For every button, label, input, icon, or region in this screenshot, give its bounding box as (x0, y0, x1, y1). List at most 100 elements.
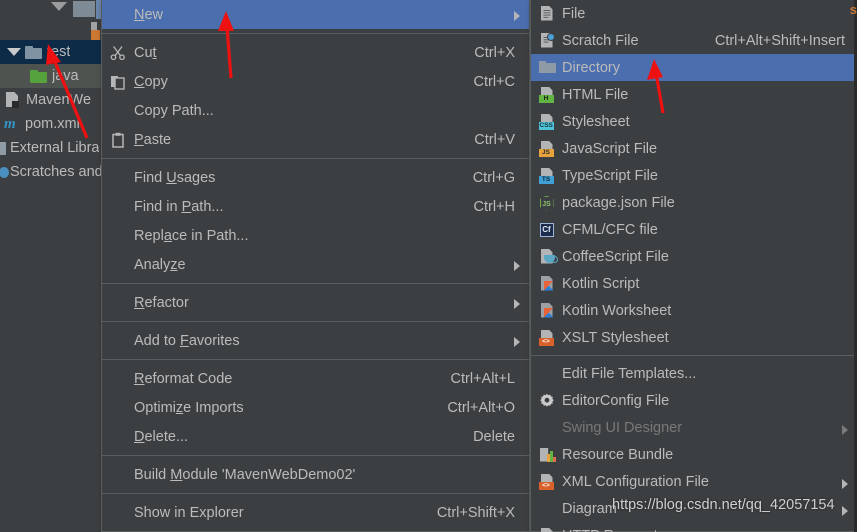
menu-item-label: XSLT Stylesheet (562, 329, 669, 346)
menu-item-icon-slot (531, 243, 562, 270)
project-tool-window[interactable]: test java MavenWe m pom.xml External Libra Scr… (0, 0, 101, 532)
clipboard-icon (110, 132, 126, 148)
submenu-item-file[interactable]: File (531, 0, 857, 27)
chevron-down-icon[interactable] (51, 2, 67, 11)
chevron-right-icon (514, 11, 520, 21)
menu-item-label: Show in Explorer (134, 504, 244, 521)
menu-item-label: Build Module 'MavenWebDemo02' (134, 466, 356, 483)
menu-item-paste[interactable]: Paste Ctrl+V (102, 125, 529, 154)
menu-item-label: Optimize Imports (134, 399, 244, 416)
menu-item-shortcut: Ctrl+H (473, 198, 516, 215)
menu-item-shortcut: Ctrl+Alt+Shift+Insert (714, 32, 845, 49)
menu-separator (102, 321, 529, 322)
menu-item-shortcut: Ctrl+Shift+X (436, 504, 515, 521)
submenu-item-scratch-file[interactable]: Scratch File Ctrl+Alt+Shift+Insert (531, 27, 857, 54)
menu-item-optimize-imports[interactable]: Optimize Imports Ctrl+Alt+O (102, 393, 529, 422)
tree-node-pom-xml[interactable]: m pom.xml (0, 112, 101, 136)
chevron-right-icon (514, 261, 520, 271)
chevron-right-icon (514, 337, 520, 347)
menu-item-icon-slot: H (531, 81, 562, 108)
tree-node-label: External Libra (10, 140, 100, 156)
submenu-item-directory[interactable]: Directory (531, 54, 857, 81)
menu-separator (102, 493, 529, 494)
submenu-item-resource-bundle[interactable]: Resource Bundle (531, 441, 857, 468)
folder-icon (538, 60, 556, 76)
menu-item-show-in-explorer[interactable]: Show in Explorer Ctrl+Shift+X (102, 498, 529, 527)
submenu-item-stylesheet[interactable]: CSS Stylesheet (531, 108, 857, 135)
menu-item-icon-slot: JS (531, 189, 562, 216)
submenu-item-typescript-file[interactable]: TS TypeScript File (531, 162, 857, 189)
menu-item-copy-path[interactable]: Copy Path... (102, 96, 529, 125)
menu-item-label: Add to Favorites (134, 332, 240, 349)
menu-item-shortcut: Ctrl+G (472, 169, 515, 186)
menu-item-label: Replace in Path... (134, 227, 249, 244)
menu-item-label: JavaScript File (562, 140, 658, 157)
submenu-item-javascript-file[interactable]: JS JavaScript File (531, 135, 857, 162)
submenu-item-xslt-stylesheet[interactable]: <> XSLT Stylesheet (531, 324, 857, 351)
menu-separator (102, 33, 529, 34)
submenu-item-xml-configuration-file[interactable]: <> XML Configuration File (531, 468, 857, 495)
coffeescript-icon (539, 248, 558, 265)
menu-item-replace-in-path[interactable]: Replace in Path... (102, 221, 529, 250)
menu-item-label: Kotlin Script (562, 275, 640, 292)
menu-item-icon-slot (102, 422, 134, 451)
menu-item-icon-slot (531, 54, 562, 81)
menu-item-refactor[interactable]: Refactor (102, 288, 529, 317)
editor-tab-icon[interactable] (73, 1, 95, 17)
menu-item-find-in-path[interactable]: Find in Path... Ctrl+H (102, 192, 529, 221)
menu-item-icon-slot: TS (531, 162, 562, 189)
tree-node-test[interactable]: test (0, 40, 101, 64)
menu-item-shortcut: Delete (473, 428, 515, 445)
menu-item-label: HTML File (562, 86, 629, 103)
submenu-item-http-request[interactable]: API HTTP Request (531, 522, 857, 532)
menu-item-icon-slot: JS (531, 135, 562, 162)
project-pane-toolbar[interactable] (0, 0, 101, 40)
context-menu[interactable]: New Cut Ctrl+X Copy Ctrl+C Copy Path... Paste C… (101, 0, 530, 532)
menu-item-reformat-code[interactable]: Reformat Code Ctrl+Alt+L (102, 364, 529, 393)
new-submenu[interactable]: File Scratch File Ctrl+Alt+Shift+Insert Dir… (530, 0, 857, 532)
menu-item-label: CoffeeScript File (562, 248, 669, 265)
menu-item-icon-slot (531, 441, 562, 468)
menu-item-build-module-mavenwebdemo02[interactable]: Build Module 'MavenWebDemo02' (102, 460, 529, 489)
submenu-item-kotlin-worksheet[interactable]: Kotlin Worksheet (531, 297, 857, 324)
menu-item-new[interactable]: New (102, 0, 529, 29)
menu-item-find-usages[interactable]: Find Usages Ctrl+G (102, 163, 529, 192)
menu-item-label: Refactor (134, 294, 189, 311)
menu-item-add-to-favorites[interactable]: Add to Favorites (102, 326, 529, 355)
html-file-icon: H (538, 86, 555, 103)
menu-item-copy[interactable]: Copy Ctrl+C (102, 67, 529, 96)
menu-item-icon-slot: CSS (531, 108, 562, 135)
menu-item-analyze[interactable]: Analyze (102, 250, 529, 279)
tree-node-label: Scratches and (10, 164, 101, 180)
menu-item-label: Analyze (134, 256, 186, 273)
submenu-item-html-file[interactable]: H HTML File (531, 81, 857, 108)
ts-file-icon: TS (538, 167, 555, 184)
tree-node-external-libra[interactable]: External Libra (0, 136, 101, 160)
submenu-item-kotlin-script[interactable]: Kotlin Script (531, 270, 857, 297)
submenu-item-package-json-file[interactable]: JS package.json File (531, 189, 857, 216)
menu-item-icon-slot (531, 495, 562, 522)
menu-item-icon-slot (102, 125, 134, 154)
tree-node-java[interactable]: java (0, 64, 101, 88)
menu-item-label: TypeScript File (562, 167, 658, 184)
xml-file-icon: <> (538, 473, 555, 490)
menu-item-icon-slot (531, 27, 562, 54)
menu-item-icon-slot (531, 360, 562, 387)
menu-item-icon-slot (102, 393, 134, 422)
menu-item-label: Find Usages (134, 169, 216, 186)
menu-item-icon-slot (102, 38, 134, 67)
tree-node-mavenwe[interactable]: MavenWe (0, 88, 101, 112)
tree-expand-arrow-icon[interactable] (7, 48, 21, 56)
menu-item-directory-path[interactable]: Directory PathCtrl+Alt+F12 (102, 527, 529, 532)
edge-glyph: s (849, 2, 857, 17)
submenu-item-cfml-cfc-file[interactable]: Cf CFML/CFC file (531, 216, 857, 243)
tree-node-scratches-and[interactable]: Scratches and (0, 160, 101, 184)
chevron-right-icon (842, 425, 848, 435)
submenu-item-editorconfig-file[interactable]: EditorConfig File (531, 387, 857, 414)
menu-separator (102, 283, 529, 284)
submenu-item-edit-file-templates[interactable]: Edit File Templates... (531, 360, 857, 387)
submenu-item-coffeescript-file[interactable]: CoffeeScript File (531, 243, 857, 270)
menu-item-cut[interactable]: Cut Ctrl+X (102, 38, 529, 67)
menu-item-icon-slot (102, 163, 134, 192)
menu-item-delete[interactable]: Delete... Delete (102, 422, 529, 451)
